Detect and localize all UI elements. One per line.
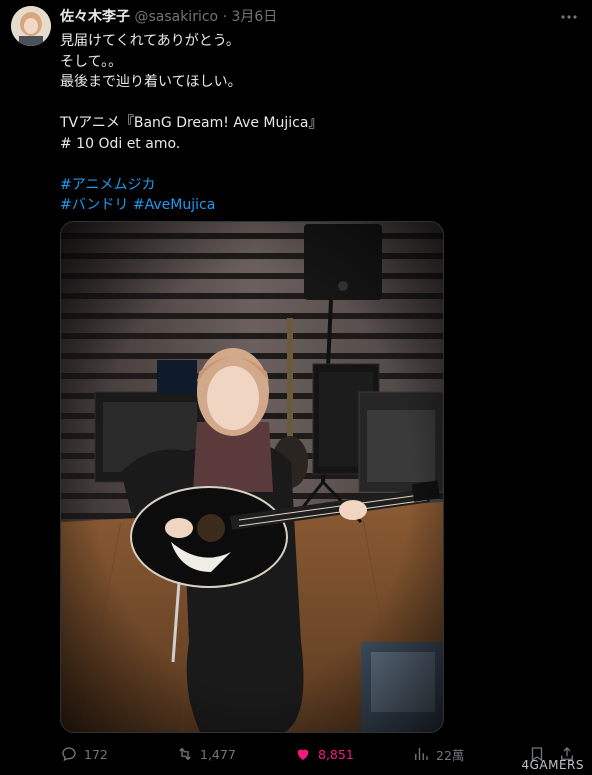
reply-button[interactable]: 172 [60, 744, 108, 764]
action-bar: 172 1,477 8,851 22萬 [60, 744, 582, 764]
hashtag-link[interactable]: #アニメムジカ [60, 177, 155, 193]
photo-illustration [61, 222, 443, 732]
views-count: 22萬 [436, 747, 465, 763]
tweet-line: 見届けてくれてありがとう。 [60, 33, 240, 49]
tweet-line: TVアニメ『BanG Dream! Ave Mujica』 [60, 115, 323, 131]
avatar[interactable] [11, 6, 51, 46]
author-name[interactable]: 佐々木李子 [60, 9, 130, 25]
like-count: 8,851 [318, 746, 354, 762]
views-button[interactable]: 22萬 [412, 744, 464, 764]
reply-count: 172 [84, 746, 108, 762]
retweet-count: 1,477 [200, 746, 236, 762]
views-icon [415, 748, 428, 760]
like-button[interactable]: 8,851 [294, 744, 354, 764]
hashtag-line: #バンドリ #AveMujica [60, 195, 560, 216]
header-separator: · [222, 9, 228, 25]
author-handle[interactable]: @sasakirico [134, 9, 218, 25]
tweet-date[interactable]: 3月6日 [231, 9, 277, 25]
tweet-photo[interactable] [60, 221, 444, 733]
tweet-line: # 10 Odi et amo. [60, 135, 181, 152]
more-icon[interactable] [560, 8, 578, 26]
tweet-line [60, 93, 560, 114]
hashtag-link[interactable]: #バンドリ [60, 197, 128, 213]
watermark: 4GAMERS [521, 758, 584, 772]
tweet-text: 見届けてくれてありがとう。 そして。。 最後まで辿り着いてほしい。 TVアニメ『… [60, 31, 560, 216]
tweet-line: そして。。 [60, 53, 123, 70]
tweet-line: 最後まで辿り着いてほしい。 [60, 74, 242, 90]
retweet-icon [179, 747, 191, 761]
hashtag-line: #アニメムジカ [60, 175, 560, 196]
heart-icon [297, 749, 309, 760]
tweet-header: 佐々木李子 @sasakirico · 3月6日 [60, 7, 532, 27]
retweet-button[interactable]: 1,477 [176, 744, 236, 764]
reply-icon [62, 747, 76, 762]
hashtag-link[interactable]: #AveMujica [133, 197, 215, 213]
